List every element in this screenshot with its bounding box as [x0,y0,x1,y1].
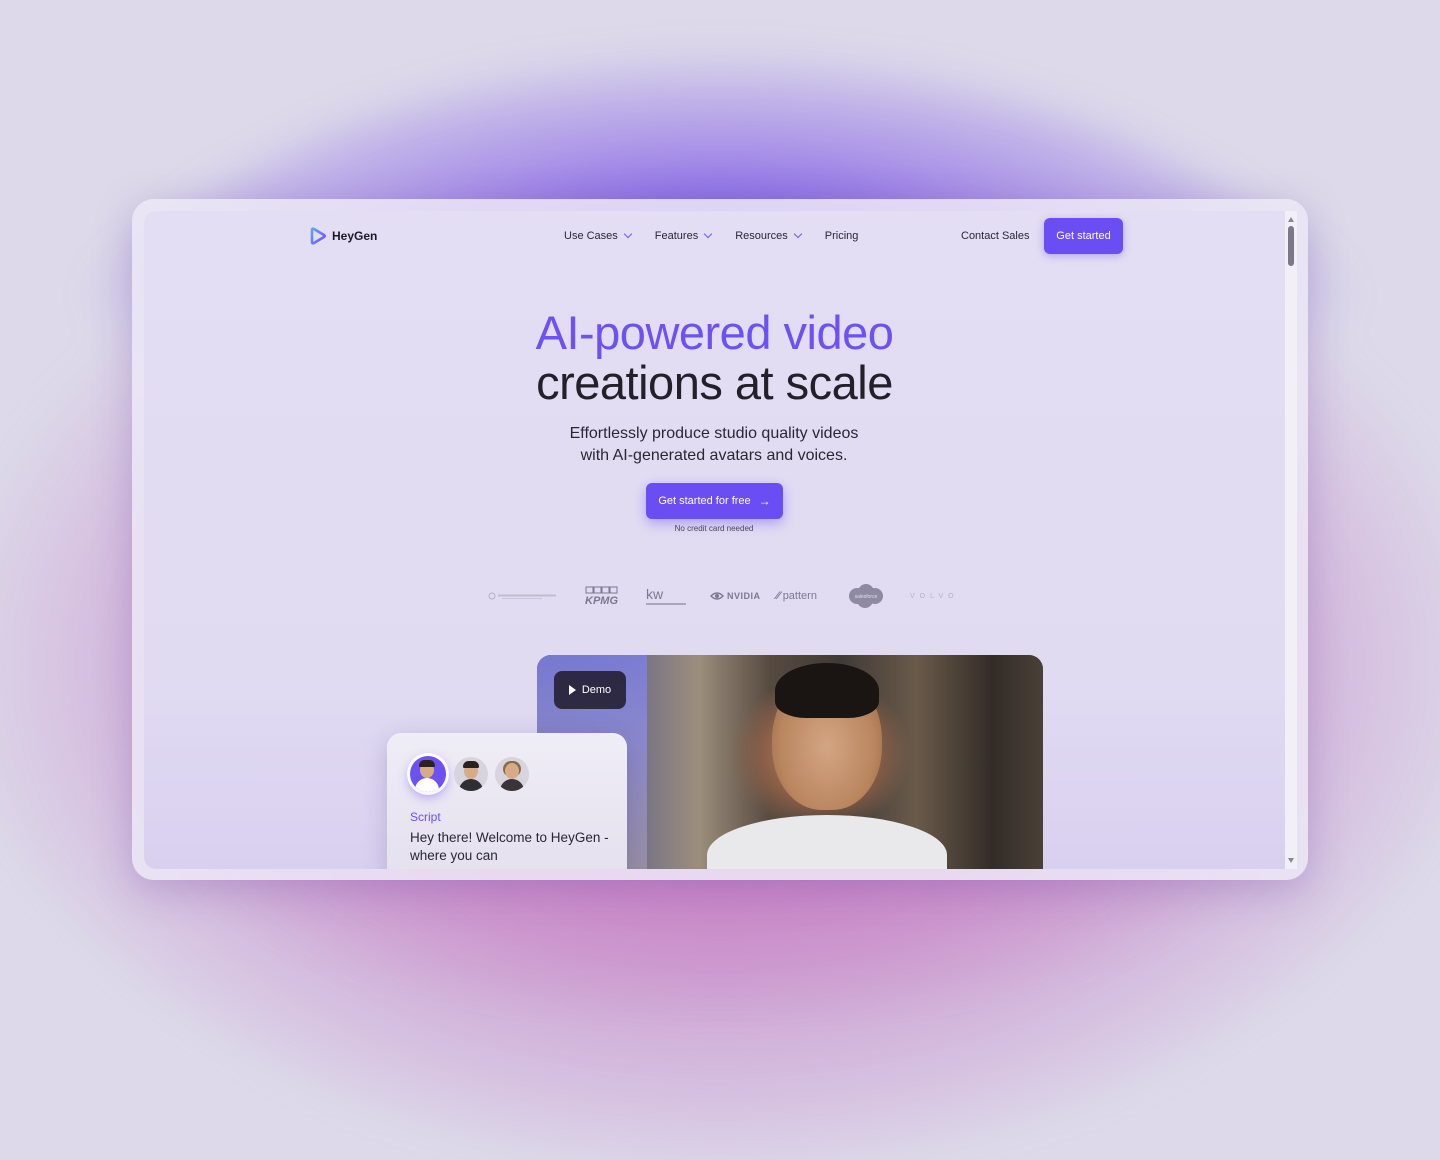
demo-button[interactable]: Demo [554,671,626,709]
keller-williams-logo-text: kw [646,586,664,602]
presenter-hair [775,663,879,718]
cta-label: Get started for free [658,495,751,507]
demo-button-label: Demo [581,684,612,696]
avatar-body [415,778,439,792]
keller-williams-logo: kw [646,581,686,611]
nav-item-label: Features [654,230,699,242]
avatar-hair [463,761,479,768]
nav-item-label: Resources [735,230,788,242]
top-nav: HeyGen Use Cases Features Resources Pric… [144,211,1285,263]
play-icon [568,685,576,695]
university-logo-icon [488,592,556,600]
hero-title-line1: AI-powered video [535,306,894,359]
get-started-button[interactable]: Get started [1044,218,1123,254]
avatar-selected[interactable] [410,756,446,792]
kpmg-logo: KPMG [582,581,624,611]
scroll-down-arrow-icon[interactable] [1288,858,1294,863]
heygen-logo[interactable]: HeyGen [309,227,377,245]
salesforce-cloud-icon: salesforce [849,584,883,608]
chevron-down-icon [793,229,803,239]
nav-item-label: Use Cases [564,230,618,242]
avatar[interactable] [495,757,529,791]
hero-subtitle-line1: Effortlessly produce studio quality vide… [569,425,859,442]
heygen-logo-icon [310,227,327,245]
kpmg-logo-icon: KPMG [585,586,618,607]
nav-item-pricing[interactable]: Pricing [825,230,859,242]
avatar-body [459,779,483,791]
keller-williams-logo-tagline [646,603,686,605]
pattern-logo: ⁄⁄ pattern [776,581,817,611]
hero-subtitle: Effortlessly produce studio quality vide… [514,423,914,467]
page-scrollbar[interactable] [1285,211,1297,869]
arrow-right-icon: → [758,494,771,508]
webpage-viewport: HeyGen Use Cases Features Resources Pric… [144,211,1297,869]
avatar[interactable] [454,757,488,791]
avatar-face [505,763,519,779]
customer-logos: KPMG kw NVIDIA ⁄⁄ pattern salesforce VOL… [474,581,964,611]
pattern-mark-icon: ⁄⁄ [776,590,780,602]
nav-item-resources[interactable]: Resources [735,229,803,242]
pattern-logo-text: pattern [782,590,817,602]
hero-title-line2: creations at scale [536,356,893,409]
kpmg-logo-text: KPMG [585,595,618,607]
nvidia-eye-icon [710,592,724,600]
get-started-free-button[interactable]: Get started for free → [646,483,783,519]
nvidia-logo: NVIDIA [710,581,761,611]
nav-item-label: Pricing [824,230,859,242]
salesforce-logo-text: salesforce [855,594,878,600]
chevron-down-icon [703,229,713,239]
hero-subtitle-line2: with AI-generated avatars and voices. [580,447,848,464]
chevron-down-icon [623,229,633,239]
scroll-up-arrow-icon[interactable] [1288,217,1294,222]
nav-item-features[interactable]: Features [654,229,713,242]
script-card: Script Hey there! Welcome to HeyGen - wh… [387,733,627,869]
brand-name: HeyGen [332,229,378,243]
volvo-logo: VOLVO [910,592,959,600]
contact-sales-link[interactable]: Contact Sales [961,230,1029,242]
university-logo [488,581,558,611]
avatar-hair [419,760,435,767]
no-credit-card-note: No credit card needed [674,524,754,533]
scrollbar-thumb[interactable] [1288,226,1294,266]
avatar-body [500,779,524,791]
script-label: Script [410,810,441,824]
nav-item-use-cases[interactable]: Use Cases [564,229,633,242]
salesforce-logo: salesforce [846,581,886,611]
script-text[interactable]: Hey there! Welcome to HeyGen - where you… [410,829,610,865]
main-menu: Use Cases Features Resources Pricing [564,229,859,242]
nvidia-logo-text: NVIDIA [727,591,761,601]
